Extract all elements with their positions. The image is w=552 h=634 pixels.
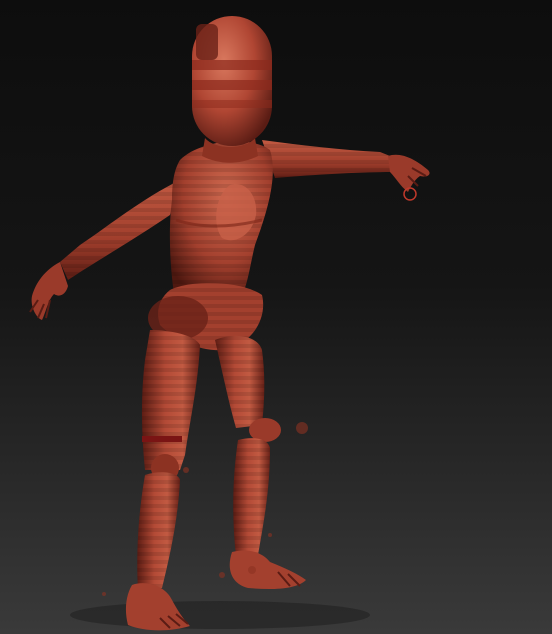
left-arm[interactable]	[29, 180, 180, 320]
figure-canvas[interactable]	[0, 0, 552, 634]
sculpt-viewport[interactable]	[0, 0, 552, 634]
knee-seam	[142, 436, 182, 442]
left-leg[interactable]	[125, 330, 200, 631]
ground-shadow	[70, 601, 370, 629]
torso[interactable]	[169, 141, 273, 300]
brush-cursor	[403, 187, 417, 201]
left-hand[interactable]	[31, 262, 68, 320]
right-arm[interactable]	[262, 140, 430, 201]
right-foot[interactable]	[229, 550, 306, 590]
right-leg[interactable]	[215, 335, 306, 590]
head[interactable]	[192, 16, 272, 146]
